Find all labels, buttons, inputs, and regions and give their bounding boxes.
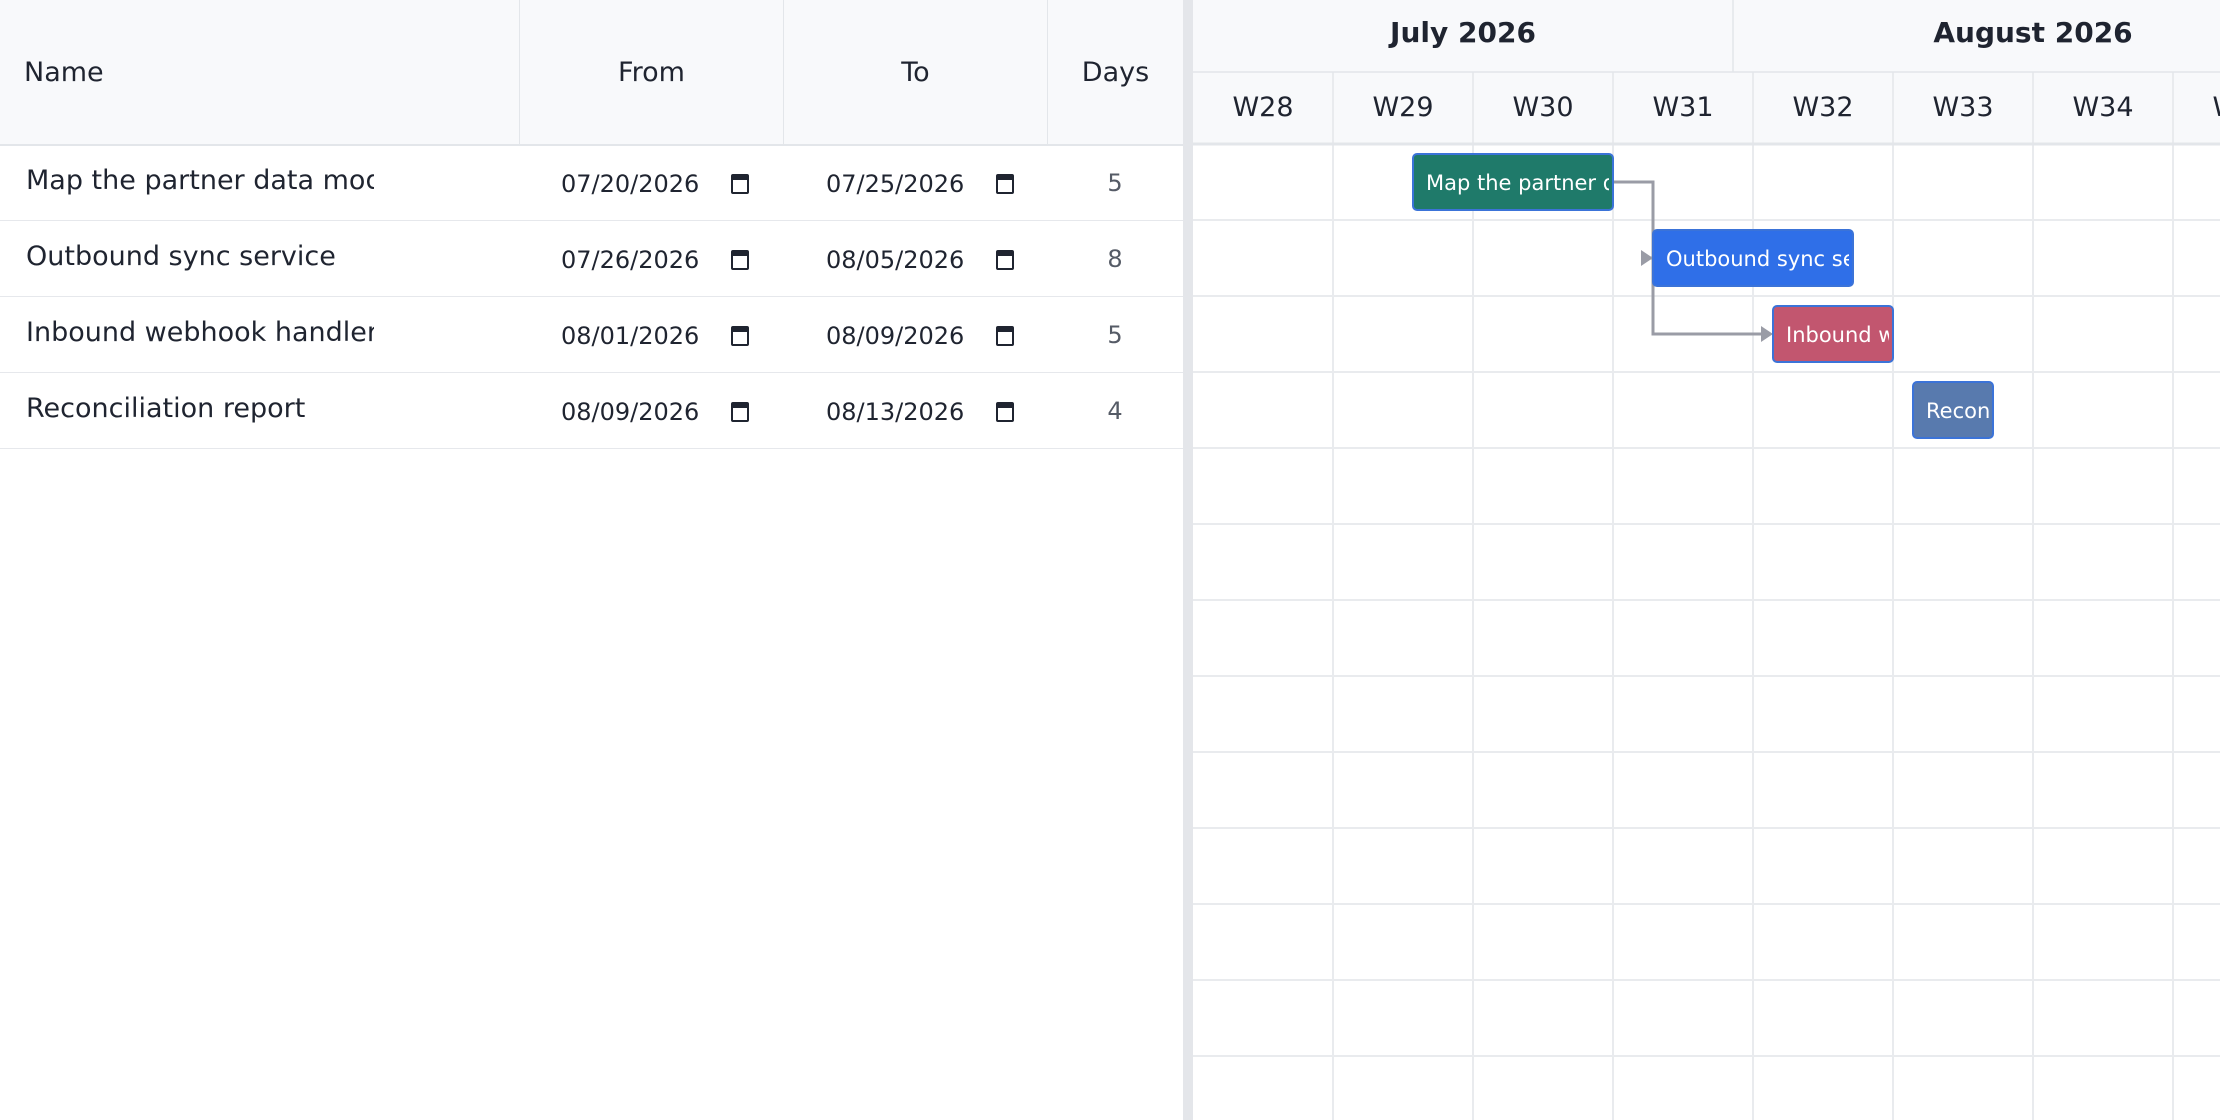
task-name-text: Outbound sync service	[26, 240, 336, 272]
column-header-from[interactable]: From	[520, 0, 784, 144]
task-name[interactable]: Map the partner data model	[26, 145, 374, 221]
calendar-icon[interactable]	[996, 402, 1015, 422]
task-days: 5	[1047, 297, 1183, 373]
calendar-icon[interactable]	[996, 326, 1015, 346]
task-days: 5	[1047, 145, 1183, 221]
column-header-days[interactable]: Days	[1048, 0, 1183, 144]
panel-splitter[interactable]	[1183, 0, 1193, 1120]
week-label: W30	[1512, 92, 1573, 123]
week-label: W28	[1232, 92, 1293, 123]
task-bar-label: Outbound sync service	[1666, 247, 1907, 271]
from-date-value: 08/09/2026	[561, 398, 700, 426]
gantt-svg: W28 W29 W30 W31 W32 W33 W34 W35 July 2026 August …	[1193, 0, 2220, 1120]
task-days-value: 5	[1107, 321, 1123, 349]
to-date-value: 08/09/2026	[826, 322, 965, 350]
column-header-name[interactable]: Name	[0, 0, 520, 144]
task-name[interactable]: Outbound sync service	[26, 221, 374, 297]
grid-header: Name From To Days	[0, 0, 1183, 146]
calendar-icon[interactable]	[731, 402, 750, 422]
from-date-input[interactable]: 07/26/2026	[561, 221, 750, 297]
calendar-icon[interactable]	[731, 250, 750, 270]
task-bar-label: Map the partner data model	[1426, 171, 1722, 195]
task-days: 4	[1047, 373, 1183, 449]
task-row[interactable]: Outbound sync service 07/26/2026 08/05/2…	[0, 221, 1183, 297]
from-date-value: 08/01/2026	[561, 322, 700, 350]
column-header-from-label: From	[618, 56, 685, 88]
week-label: W33	[1932, 92, 1993, 123]
week-label: W34	[2072, 92, 2133, 123]
task-row[interactable]: Reconciliation report 08/09/2026 08/13/2…	[0, 373, 1183, 449]
task-name-text: Reconciliation report	[26, 392, 306, 424]
task-name[interactable]: Inbound webhook handler	[26, 297, 374, 373]
to-date-input[interactable]: 07/25/2026	[826, 145, 1015, 221]
task-name-text: Inbound webhook handler	[26, 316, 374, 348]
dependency-arrow-icon	[1761, 326, 1773, 342]
task-days: 8	[1047, 221, 1183, 297]
from-date-input[interactable]: 08/09/2026	[561, 373, 750, 449]
task-days-value: 4	[1107, 397, 1123, 425]
to-date-input[interactable]: 08/09/2026	[826, 297, 1015, 373]
task-bar[interactable]: Map the partner data model	[1412, 153, 1722, 211]
month-label: July 2026	[1388, 16, 1536, 49]
task-bar-label: Reconciliation report	[1926, 399, 2143, 423]
to-date-value: 08/05/2026	[826, 246, 965, 274]
gantt-chart: W28 W29 W30 W31 W32 W33 W34 W35 July 2026 August …	[1193, 0, 2220, 1120]
task-name-text: Map the partner data model	[26, 164, 374, 196]
to-date-input[interactable]: 08/13/2026	[826, 373, 1015, 449]
to-date-value: 08/13/2026	[826, 398, 965, 426]
task-bar[interactable]: Outbound sync service	[1652, 229, 1907, 287]
to-date-value: 07/25/2026	[826, 170, 965, 198]
week-label: W31	[1652, 92, 1713, 123]
month-label: August 2026	[1933, 16, 2132, 49]
to-date-input[interactable]: 08/05/2026	[826, 221, 1015, 297]
task-days-value: 5	[1107, 169, 1123, 197]
from-date-value: 07/26/2026	[561, 246, 700, 274]
task-row[interactable]: Map the partner data model 07/20/2026 07…	[0, 145, 1183, 221]
task-bar-label: Inbound webhook handler	[1786, 323, 2060, 347]
column-header-to-label: To	[901, 56, 930, 88]
week-label: W29	[1372, 92, 1433, 123]
from-date-input[interactable]: 07/20/2026	[561, 145, 750, 221]
week-label: W32	[1792, 92, 1853, 123]
from-date-input[interactable]: 08/01/2026	[561, 297, 750, 373]
column-header-to[interactable]: To	[784, 0, 1048, 144]
calendar-icon[interactable]	[731, 174, 750, 194]
week-label: W35	[2212, 92, 2220, 123]
task-grid: Name From To Days Map the partner data m…	[0, 0, 1183, 1120]
from-date-value: 07/20/2026	[561, 170, 700, 198]
task-bar[interactable]: Reconciliation report	[1912, 381, 2143, 439]
task-row[interactable]: Inbound webhook handler 08/01/2026 08/09…	[0, 297, 1183, 373]
task-name[interactable]: Reconciliation report	[26, 373, 374, 449]
dependency-arrow-icon	[1641, 250, 1653, 266]
task-bar[interactable]: Inbound webhook handler	[1772, 305, 2060, 363]
calendar-icon[interactable]	[731, 326, 750, 346]
calendar-icon[interactable]	[996, 250, 1015, 270]
column-header-name-label: Name	[24, 56, 104, 88]
column-header-days-label: Days	[1081, 56, 1150, 88]
task-days-value: 8	[1107, 245, 1123, 273]
calendar-icon[interactable]	[996, 174, 1015, 194]
